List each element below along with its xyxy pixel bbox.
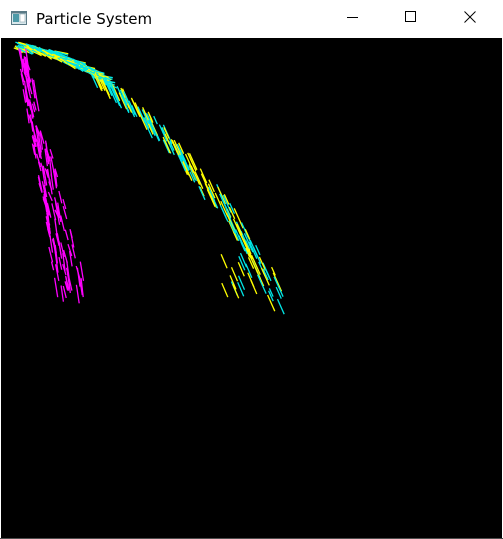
- particle-streak: [153, 115, 158, 125]
- particle-field: [13, 41, 285, 315]
- particle-streak: [250, 279, 258, 295]
- particle-streak: [75, 284, 80, 304]
- particle-streak: [220, 253, 228, 269]
- particle-streak: [152, 126, 160, 142]
- particle-streak: [64, 229, 69, 241]
- window-title: Particle System: [36, 10, 153, 28]
- particle-streak: [60, 285, 65, 302]
- particle-streak: [239, 252, 248, 268]
- particle-streak: [230, 267, 239, 282]
- particle-streak: [62, 285, 67, 299]
- particle-streak: [58, 256, 63, 270]
- particle-streak: [229, 275, 237, 290]
- particle-streak: [238, 255, 246, 271]
- particle-streak: [51, 203, 57, 221]
- particle-streak: [237, 261, 245, 277]
- maximize-button[interactable]: [388, 0, 434, 38]
- particle-streak: [50, 261, 55, 271]
- close-icon: [464, 10, 476, 28]
- particle-streak: [199, 168, 208, 184]
- particle-streak: [221, 282, 229, 298]
- app-window-icon: [11, 11, 27, 25]
- title-bar[interactable]: Particle System: [0, 0, 503, 38]
- app-window: Particle System: [0, 0, 503, 539]
- particle-streak: [111, 87, 119, 100]
- particle-canvas[interactable]: [1, 38, 502, 538]
- particle-streak: [53, 277, 59, 298]
- minimize-button[interactable]: [330, 0, 376, 38]
- particle-streak: [60, 215, 66, 232]
- minimize-icon: [347, 10, 359, 28]
- particle-streak: [276, 298, 285, 315]
- particle-streak: [257, 274, 267, 294]
- maximize-icon: [405, 10, 417, 28]
- close-button[interactable]: [447, 0, 493, 38]
- particle-streak: [232, 284, 240, 299]
- particle-streak: [58, 190, 63, 204]
- particle-streak: [79, 261, 85, 282]
